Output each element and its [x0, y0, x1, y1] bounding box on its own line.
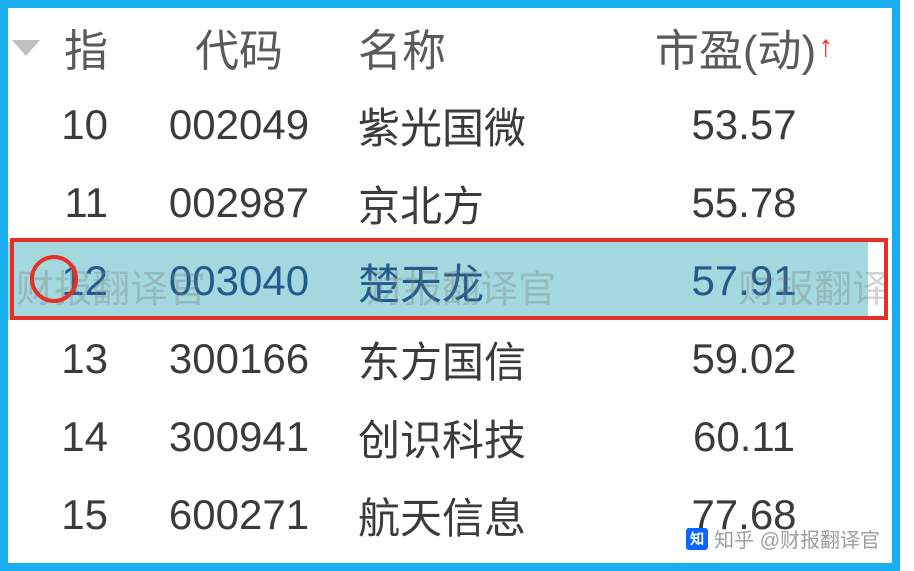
table-cell-name[interactable]: 创识科技	[348, 398, 628, 476]
header-pe[interactable]: 市盈(动) ↑	[628, 8, 868, 86]
table-cell-name[interactable]: 楚天龙	[348, 242, 628, 320]
header-code[interactable]: 代码	[138, 8, 348, 86]
zhihu-logo-icon: 知	[686, 528, 708, 550]
table-cell-name[interactable]: 航天信息	[348, 476, 628, 554]
table-cell-code[interactable]: 002987	[138, 164, 348, 242]
header-code-label: 代码	[195, 15, 283, 79]
header-name-label: 名称	[358, 15, 446, 79]
table-cell-index[interactable]: 15	[8, 476, 138, 554]
table-cell-pe[interactable]: 55.78	[628, 164, 868, 242]
arrow-up-icon: ↑	[818, 30, 833, 64]
table-cell-index[interactable]: 12	[8, 242, 138, 320]
table-cell-code[interactable]: 003040	[138, 242, 348, 320]
header-index[interactable]: 指	[8, 8, 138, 86]
table-cell-code[interactable]: 600271	[138, 476, 348, 554]
table-cell-index[interactable]: 14	[8, 398, 138, 476]
table-cell-code[interactable]: 002049	[138, 86, 348, 164]
sort-triangle-icon	[12, 40, 40, 56]
table-cell-index[interactable]: 11	[8, 164, 138, 242]
source-credit: 知 知乎 @财报翻译官	[686, 524, 880, 553]
table-cell-index[interactable]: 10	[8, 86, 138, 164]
table-cell-pe[interactable]: 53.57	[628, 86, 868, 164]
table-cell-code[interactable]: 300941	[138, 398, 348, 476]
table-frame: 指 代码 名称 市盈(动) ↑ 10002049紫光国微53.57 1100298…	[0, 0, 900, 571]
header-index-label: 指	[64, 15, 108, 79]
table-cell-index[interactable]: 13	[8, 320, 138, 398]
table-cell-name[interactable]: 紫光国微	[348, 86, 628, 164]
header-pe-label: 市盈(动)	[655, 15, 816, 79]
table-cell-pe[interactable]: 59.02	[628, 320, 868, 398]
stock-table: 指 代码 名称 市盈(动) ↑	[8, 8, 892, 86]
table-cell-code[interactable]: 300166	[138, 320, 348, 398]
table-cell-pe[interactable]: 60.11	[628, 398, 868, 476]
credit-text: 知乎 @财报翻译官	[714, 524, 880, 553]
header-name[interactable]: 名称	[348, 8, 628, 86]
table-cell-pe[interactable]: 57.91	[628, 242, 868, 320]
table-cell-name[interactable]: 京北方	[348, 164, 628, 242]
rows-container: 10002049紫光国微53.57 11002987京北方55.78 1200304…	[8, 86, 892, 554]
table-cell-name[interactable]: 东方国信	[348, 320, 628, 398]
